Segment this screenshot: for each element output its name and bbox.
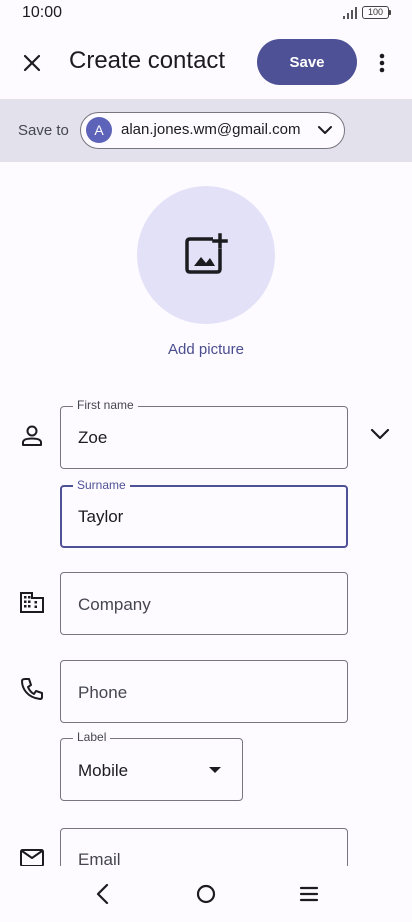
phone-placeholder: Phone [78,683,128,702]
add-photo-icon [185,233,228,274]
phone-label-caption: Label [73,730,111,744]
add-picture-button[interactable] [137,186,275,324]
dropdown-arrow-icon [209,767,221,773]
first-name-value: Zoe [78,428,108,447]
save-to-label: Save to [18,122,69,139]
signal-icon [343,7,357,19]
phone-label-dropdown[interactable]: Label Mobile [60,730,243,801]
person-icon [22,425,42,446]
phone-icon [21,678,43,700]
surname-field[interactable]: Surname Taylor [60,478,348,548]
add-picture-link[interactable]: Add picture [0,341,412,358]
expand-name-button[interactable] [367,421,393,447]
back-icon[interactable] [90,880,116,908]
recents-icon[interactable] [296,881,322,907]
close-icon [23,54,41,72]
account-avatar: A [86,117,112,143]
page-title: Create contact [69,47,226,74]
surname-value: Taylor [78,507,124,526]
status-time: 10:00 [22,4,63,21]
surname-label: Surname [73,478,130,492]
chevron-down-icon [318,126,332,134]
close-button[interactable] [14,45,50,81]
account-email: alan.jones.wm@gmail.com [121,121,301,138]
more-vert-icon [379,53,385,73]
company-placeholder: Company [78,595,151,614]
save-button[interactable]: Save [257,39,357,85]
company-field[interactable]: Company [60,572,348,635]
camera-notch [168,0,244,22]
phone-label-value: Mobile [78,761,129,780]
home-icon[interactable] [193,881,219,907]
company-icon [20,592,44,613]
first-name-label: First name [73,398,138,412]
first-name-field[interactable]: First name Zoe [60,398,348,469]
battery-icon: 100 [362,6,391,19]
more-options-button[interactable] [368,45,396,81]
phone-field[interactable]: Phone [60,660,348,723]
